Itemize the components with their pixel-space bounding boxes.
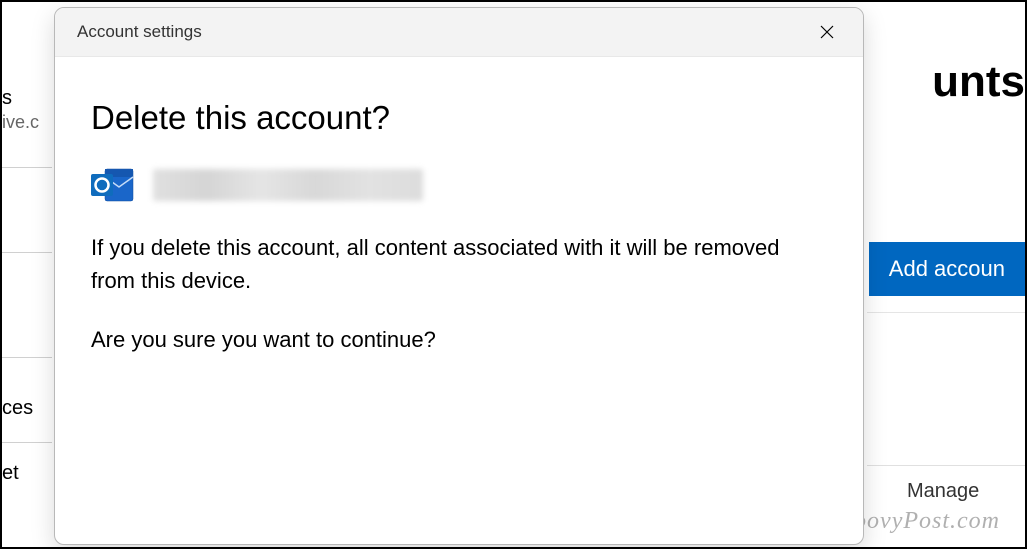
sidebar-fragment-2: ive.c	[2, 112, 39, 133]
modal-body: Delete this account? If you delete this …	[55, 57, 863, 402]
add-account-button[interactable]: Add accoun	[869, 242, 1025, 296]
warning-text: If you delete this account, all content …	[91, 231, 827, 297]
sidebar-fragment-4: et	[2, 462, 19, 485]
close-icon	[820, 25, 834, 39]
divider	[2, 357, 52, 358]
divider	[867, 312, 1025, 313]
outlook-icon	[91, 165, 135, 205]
account-row	[91, 165, 827, 205]
divider	[2, 167, 52, 168]
close-button[interactable]	[805, 16, 849, 48]
account-email-redacted	[153, 169, 423, 201]
account-settings-modal: Account settings Delete this account? I	[54, 7, 864, 545]
divider	[2, 252, 52, 253]
sidebar-fragment-1: s	[2, 87, 12, 110]
modal-heading: Delete this account?	[91, 99, 827, 137]
divider	[2, 442, 52, 443]
background-page-title: unts	[932, 57, 1025, 107]
confirm-text: Are you sure you want to continue?	[91, 323, 827, 356]
modal-header: Account settings	[55, 8, 863, 57]
modal-title: Account settings	[77, 22, 202, 42]
sidebar-fragment-3: ces	[2, 397, 33, 420]
